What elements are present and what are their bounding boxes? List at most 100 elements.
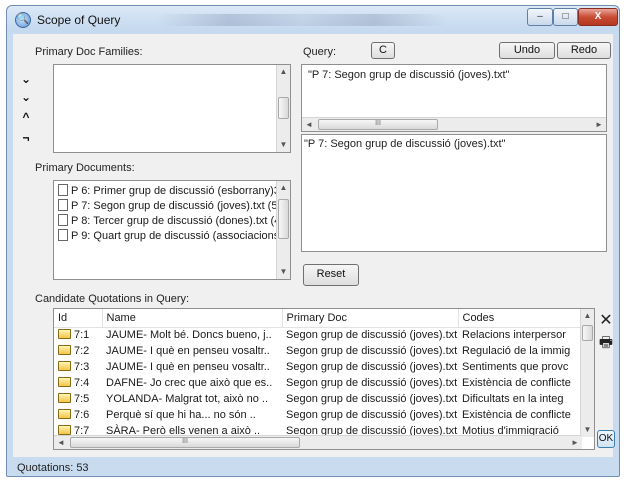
scroll-right-icon[interactable]: ►	[592, 118, 606, 131]
undo-button[interactable]: Undo	[499, 42, 555, 59]
redo-button[interactable]: Redo	[557, 42, 611, 59]
document-icon	[58, 229, 68, 241]
title-bar: 🔍 Scope of Query – □ X	[7, 6, 619, 34]
minimize-button[interactable]: –	[527, 8, 553, 26]
query-app-icon: 🔍	[15, 12, 31, 28]
list-item[interactable]: P 8: Tercer grup de discussió (dones).tx…	[58, 214, 280, 229]
quotation-name: JAUME- I què en penseu vosaltr..	[106, 345, 270, 357]
double-chevron-down-icon[interactable]: ⌄	[19, 90, 33, 104]
chevron-down-icon[interactable]: ⌄	[19, 72, 33, 86]
list-item[interactable]: P 9: Quart grup de discussió (associacio…	[58, 229, 279, 244]
table-row[interactable]: 7:2 JAUME- I què en penseu vosaltr.. Seg…	[54, 343, 580, 359]
quotation-icon	[58, 345, 71, 355]
quotation-primary-doc: Segon grup de discussió (joves).txt	[286, 345, 458, 357]
column-header-name[interactable]: Name	[102, 309, 283, 328]
documents-vertical-scrollbar[interactable]: ▲ ▼	[276, 181, 290, 279]
quotation-codes: Regulació de la immig	[462, 345, 571, 357]
quotation-id: 7:6	[74, 409, 90, 421]
table-row[interactable]: 7:3 JAUME- I què en penseu vosaltr.. Seg…	[54, 359, 580, 375]
scroll-down-icon[interactable]: ▼	[277, 265, 290, 279]
list-item[interactable]: P 7: Segon grup de discussió (joves).txt…	[58, 199, 284, 214]
primary-doc-families-list[interactable]: ▲ ▼	[53, 64, 291, 153]
table-row[interactable]: 7:6 Perquè sí que hi ha... no són .. Seg…	[54, 407, 580, 423]
query-stack-box[interactable]: "P 7: Segon grup de discussió (joves).tx…	[301, 64, 607, 132]
quotations-horizontal-scrollbar[interactable]: ◄ III ►	[54, 435, 582, 449]
quotation-codes: Existència de conflicte	[462, 409, 571, 421]
primary-documents-list[interactable]: P 6: Primer grup de discussió (esborrany…	[53, 180, 291, 280]
scroll-down-icon[interactable]: ▼	[581, 423, 594, 437]
quotation-id: 7:4	[74, 377, 90, 389]
quotation-primary-doc: Segon grup de discussió (joves).txt	[286, 409, 458, 421]
quotation-primary-doc: Segon grup de discussió (joves).txt	[286, 329, 458, 342]
quotation-codes: Dificultats en la integ	[462, 393, 564, 405]
not-operator-icon[interactable]: ¬	[19, 131, 33, 145]
quotations-vertical-scrollbar[interactable]: ▲ ▼	[580, 309, 594, 437]
quotation-icon	[58, 329, 71, 340]
clear-query-button[interactable]: C	[371, 42, 395, 59]
query-result-box[interactable]: "P 7: Segon grup de discussió (joves).tx…	[301, 134, 607, 252]
status-bar-text: Quotations: 53	[17, 462, 89, 474]
table-row[interactable]: 7:1 JAUME- Molt bé. Doncs bueno, j.. Seg…	[54, 327, 580, 343]
query-stack-item: "P 7: Segon grup de discussió (joves).tx…	[308, 69, 510, 81]
scroll-thumb[interactable]: III	[70, 437, 300, 448]
chevron-up-icon[interactable]: ^	[19, 110, 33, 124]
column-header-id[interactable]: Id	[54, 309, 103, 328]
scroll-thumb[interactable]	[582, 325, 593, 341]
quotation-id: 7:5	[74, 393, 90, 405]
quotations-grid: Id Name Primary Doc Codes 7:1 JAUME- Mol…	[54, 309, 581, 439]
quotation-codes: Existència de conflicte	[462, 377, 571, 389]
window-title: Scope of Query	[37, 13, 121, 27]
scroll-up-icon[interactable]: ▲	[581, 309, 594, 323]
table-row[interactable]: 7:5 YOLANDA- Malgrat tot, això no .. Seg…	[54, 391, 580, 407]
quotation-name: Perquè sí que hi ha... no són ..	[106, 409, 256, 421]
quotation-icon	[58, 361, 71, 371]
scroll-left-icon[interactable]: ◄	[302, 118, 316, 131]
column-header-codes[interactable]: Codes	[458, 309, 581, 328]
quotation-primary-doc: Segon grup de discussió (joves).txt	[286, 393, 458, 405]
quotation-primary-doc: Segon grup de discussió (joves).txt	[286, 377, 458, 389]
close-button[interactable]: X	[578, 8, 618, 26]
primary-documents-label: Primary Documents:	[35, 162, 135, 174]
quotation-icon	[58, 409, 71, 419]
document-icon	[58, 184, 68, 196]
quotation-name: YOLANDA- Malgrat tot, això no ..	[106, 393, 269, 405]
quotation-id: 7:3	[74, 361, 90, 373]
print-icon[interactable]: 🖶	[597, 332, 615, 357]
scroll-right-icon[interactable]: ►	[568, 436, 582, 449]
query-horizontal-scrollbar[interactable]: ◄ III ►	[302, 117, 606, 131]
title-bar-blur	[157, 14, 447, 26]
scroll-thumb[interactable]: III	[318, 119, 438, 130]
dialog-body: Primary Doc Families: ⌄ ⌄ ^ ¬ ▲ ▼ Primar…	[13, 34, 615, 457]
query-label: Query:	[303, 46, 337, 58]
ok-button[interactable]: OK	[597, 430, 615, 448]
reset-button[interactable]: Reset	[303, 264, 359, 286]
maximize-button[interactable]: □	[553, 8, 578, 26]
delete-icon[interactable]: ✕	[597, 310, 615, 330]
primary-doc-families-label: Primary Doc Families:	[35, 46, 143, 58]
scroll-left-icon[interactable]: ◄	[54, 436, 68, 449]
scroll-thumb[interactable]	[278, 97, 289, 119]
families-vertical-scrollbar[interactable]: ▲ ▼	[276, 65, 290, 152]
quotation-id: 7:2	[74, 345, 90, 357]
query-result-text: "P 7: Segon grup de discussió (joves).tx…	[304, 138, 506, 150]
candidate-quotations-table[interactable]: Id Name Primary Doc Codes 7:1 JAUME- Mol…	[53, 308, 595, 450]
document-icon	[58, 199, 68, 211]
quotation-icon	[58, 393, 71, 403]
list-item[interactable]: P 6: Primer grup de discussió (esborrany…	[58, 184, 283, 199]
scroll-thumb[interactable]	[278, 199, 289, 239]
quotation-name: JAUME- Molt bé. Doncs bueno, j..	[106, 329, 272, 342]
column-header-primary-doc[interactable]: Primary Doc	[282, 309, 459, 328]
quotation-primary-doc: Segon grup de discussió (joves).txt	[286, 361, 458, 373]
quotation-codes: Sentiments que provc	[462, 361, 569, 373]
document-icon	[58, 214, 68, 226]
table-row[interactable]: 7:4 DAFNE- Jo crec que això que es.. Seg…	[54, 375, 580, 391]
quotation-id: 7:1	[74, 329, 90, 342]
scroll-up-icon[interactable]: ▲	[277, 65, 290, 79]
quotation-icon	[58, 377, 71, 387]
quotation-name: DAFNE- Jo crec que això que es..	[106, 377, 273, 389]
quotation-icon	[58, 425, 71, 435]
scroll-up-icon[interactable]: ▲	[277, 181, 290, 195]
quotation-codes: Relacions interpersor	[462, 329, 566, 342]
candidate-quotations-label: Candidate Quotations in Query:	[35, 293, 190, 305]
scroll-down-icon[interactable]: ▼	[277, 138, 290, 152]
